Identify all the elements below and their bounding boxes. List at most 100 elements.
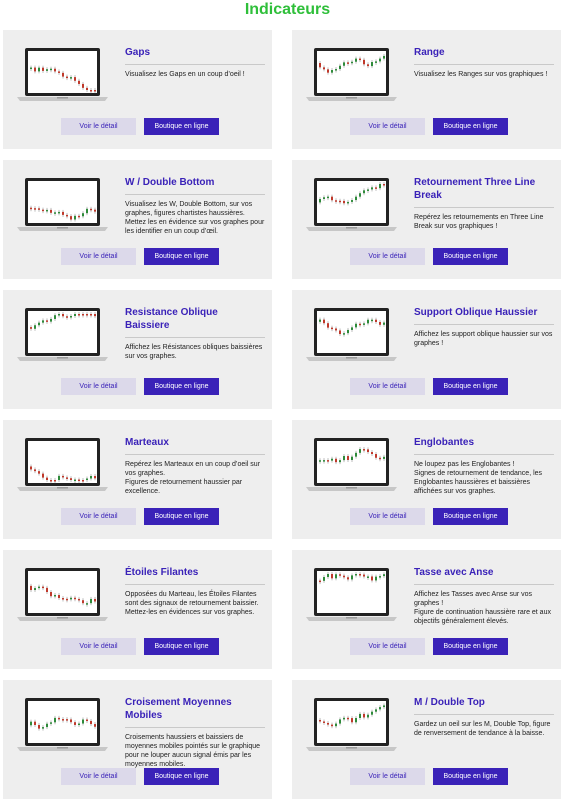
- candle-body: [86, 87, 88, 90]
- candle-body: [323, 460, 325, 462]
- card-description: Gardez un oeil sur les M, Double Top, fi…: [414, 721, 551, 737]
- laptop-chart-icon[interactable]: [304, 306, 399, 364]
- candle-body: [50, 480, 52, 482]
- shop-online-button[interactable]: Boutique en ligne: [144, 248, 219, 265]
- card-title: Marteaux: [125, 436, 265, 455]
- candle-body: [30, 585, 32, 591]
- view-detail-button[interactable]: Voir le détail: [350, 768, 425, 785]
- candle-body: [70, 478, 72, 480]
- candle-body: [34, 721, 36, 725]
- laptop-chart-icon[interactable]: [15, 696, 110, 754]
- card-title: M / Double Top: [414, 696, 554, 715]
- candle-body: [94, 90, 96, 92]
- candle-body: [38, 724, 40, 729]
- shop-online-button[interactable]: Boutique en ligne: [144, 768, 219, 785]
- candle-body: [42, 586, 44, 589]
- candle-body: [34, 67, 36, 72]
- candle-body: [50, 318, 52, 322]
- laptop-chart-icon[interactable]: [304, 46, 399, 104]
- view-detail-button[interactable]: Voir le détail: [350, 508, 425, 525]
- candle-body: [367, 189, 369, 191]
- candle-body: [94, 724, 96, 727]
- card-title: Range: [414, 46, 554, 65]
- candle-body: [78, 723, 80, 726]
- candle-body: [363, 713, 365, 718]
- candle-body: [54, 315, 56, 319]
- candle-body: [343, 333, 345, 335]
- card-title: W / Double Bottom: [125, 176, 265, 195]
- candle-body: [379, 576, 381, 578]
- candle-body: [379, 58, 381, 62]
- view-detail-button[interactable]: Voir le détail: [61, 508, 136, 525]
- candle-body: [347, 62, 349, 64]
- candle-body: [339, 574, 341, 576]
- candle-body: [82, 480, 84, 482]
- view-detail-button[interactable]: Voir le détail: [61, 768, 136, 785]
- shop-online-button[interactable]: Boutique en ligne: [433, 508, 508, 525]
- laptop-chart-icon[interactable]: [304, 696, 399, 754]
- candle-body: [367, 64, 369, 67]
- candle-body: [42, 320, 44, 323]
- candle-body: [371, 711, 373, 715]
- candle-body: [375, 576, 377, 581]
- candle-body: [351, 456, 353, 461]
- candle-body: [355, 452, 357, 457]
- candle-body: [70, 597, 72, 600]
- shop-online-button[interactable]: Boutique en ligne: [433, 768, 508, 785]
- candle-body: [86, 603, 88, 605]
- indicator-card-5: Resistance Oblique Baissiere Affichez le…: [3, 290, 272, 409]
- candle-body: [319, 719, 321, 722]
- candle-body: [42, 209, 44, 212]
- shop-online-button[interactable]: Boutique en ligne: [433, 248, 508, 265]
- view-detail-button[interactable]: Voir le détail: [350, 378, 425, 395]
- card-title: Support Oblique Haussier: [414, 306, 554, 325]
- view-detail-button[interactable]: Voir le détail: [61, 248, 136, 265]
- candle-body: [46, 320, 48, 322]
- view-detail-button[interactable]: Voir le détail: [61, 638, 136, 655]
- indicator-card-3: W / Double Bottom Visualisez les W, Doub…: [3, 160, 272, 279]
- candle-body: [355, 323, 357, 328]
- candle-body: [66, 76, 68, 79]
- laptop-chart-icon[interactable]: [304, 566, 399, 624]
- candle-body: [70, 77, 72, 79]
- shop-online-button[interactable]: Boutique en ligne: [144, 638, 219, 655]
- candle-body: [327, 196, 329, 199]
- candle-body: [351, 200, 353, 202]
- candle-body: [351, 718, 353, 723]
- candle-body: [86, 719, 88, 722]
- candle-body: [363, 59, 365, 65]
- candle-body: [335, 69, 337, 71]
- laptop-chart-icon[interactable]: [304, 436, 399, 494]
- shop-online-button[interactable]: Boutique en ligne: [144, 378, 219, 395]
- laptop-chart-icon[interactable]: [15, 566, 110, 624]
- view-detail-button[interactable]: Voir le détail: [61, 378, 136, 395]
- card-title: Tasse avec Anse: [414, 566, 554, 585]
- candle-body: [359, 574, 361, 576]
- shop-online-button[interactable]: Boutique en ligne: [433, 118, 508, 135]
- laptop-chart-icon[interactable]: [15, 176, 110, 234]
- view-detail-button[interactable]: Voir le détail: [350, 248, 425, 265]
- candle-body: [383, 322, 385, 325]
- indicator-card-7: Marteaux Repérez les Marteaux en un coup…: [3, 420, 272, 539]
- shop-online-button[interactable]: Boutique en ligne: [144, 508, 219, 525]
- shop-online-button[interactable]: Boutique en ligne: [144, 118, 219, 135]
- candle-body: [355, 717, 357, 723]
- card-title: Retournement Three Line Break: [414, 176, 554, 208]
- candle-body: [371, 187, 373, 190]
- shop-online-button[interactable]: Boutique en ligne: [433, 378, 508, 395]
- laptop-chart-icon[interactable]: [15, 436, 110, 494]
- indicator-card-8: Englobantes Ne loupez pas les Englobante…: [292, 420, 561, 539]
- card-description: Affichez les support oblique haussier su…: [414, 331, 553, 347]
- view-detail-button[interactable]: Voir le détail: [350, 638, 425, 655]
- view-detail-button[interactable]: Voir le détail: [61, 118, 136, 135]
- laptop-chart-icon[interactable]: [15, 46, 110, 104]
- shop-online-button[interactable]: Boutique en ligne: [433, 638, 508, 655]
- laptop-chart-icon[interactable]: [304, 176, 399, 234]
- candle-body: [375, 187, 377, 189]
- candle-body: [327, 722, 329, 725]
- candle-body: [359, 193, 361, 197]
- candle-body: [335, 200, 337, 202]
- candle-body: [42, 473, 44, 478]
- laptop-chart-icon[interactable]: [15, 306, 110, 364]
- view-detail-button[interactable]: Voir le détail: [350, 118, 425, 135]
